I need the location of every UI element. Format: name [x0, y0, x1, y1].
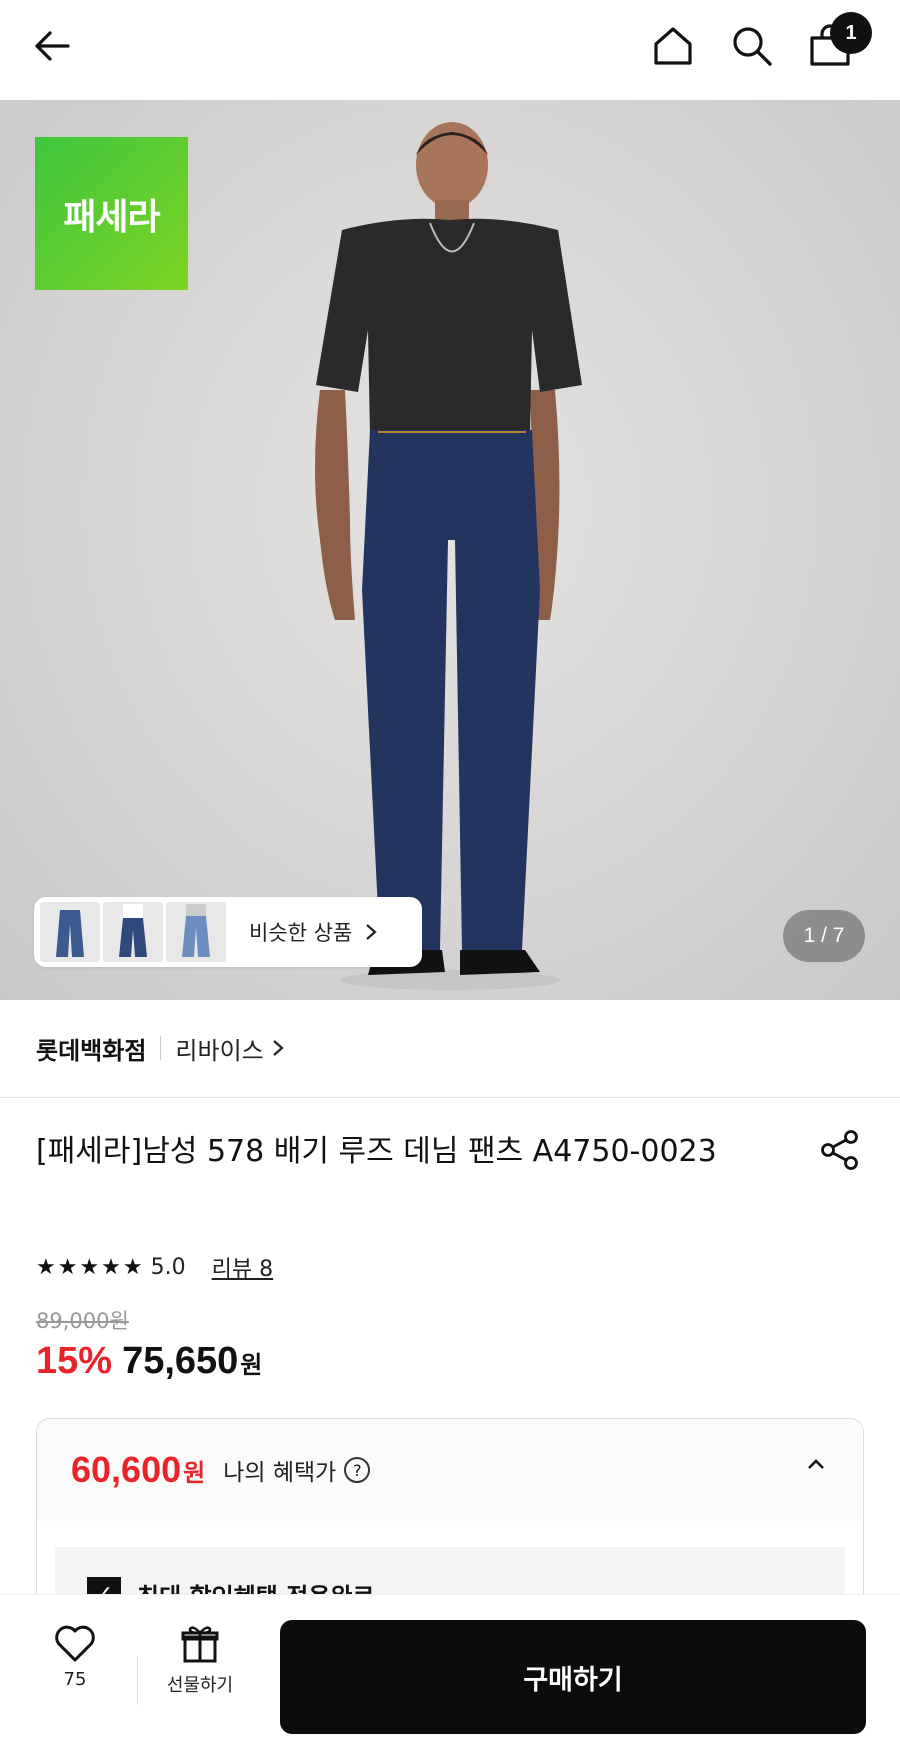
product-title: [패세라]남성 578 배기 루즈 데님 팬츠 A4750-0023	[36, 1134, 717, 1169]
search-icon[interactable]	[724, 18, 780, 74]
section-divider	[0, 1097, 900, 1098]
similar-thumb	[103, 902, 163, 962]
cart-count-badge: 1	[830, 12, 872, 54]
chevron-right-icon	[273, 1040, 284, 1056]
price-row: 15% 75,650 원	[36, 1340, 262, 1383]
original-price: 89,000원	[36, 1309, 129, 1333]
bottom-separator	[137, 1657, 138, 1705]
sale-price: 75,650	[122, 1340, 239, 1382]
store-name: 롯데백화점	[36, 1036, 147, 1065]
benefit-price: 60,600	[71, 1449, 182, 1490]
benefit-price-label: 나의 혜택가	[223, 1460, 337, 1486]
similar-products-button[interactable]: 비슷한 상품	[34, 897, 422, 967]
rating-row: ★★★★★ 5.0 리뷰 8	[36, 1250, 273, 1284]
discount-rate: 15%	[36, 1340, 113, 1382]
brand-logo: 패세라	[35, 137, 188, 290]
brand-link[interactable]: 리바이스	[175, 1031, 284, 1066]
back-arrow-icon[interactable]	[24, 18, 80, 74]
wishlist-button[interactable]: 75	[30, 1623, 120, 1713]
product-model-image	[315, 122, 582, 990]
benefit-price-currency: 원	[183, 1458, 206, 1487]
buy-button[interactable]: 구매하기	[280, 1620, 866, 1734]
help-icon[interactable]: ?	[344, 1457, 371, 1483]
gift-button[interactable]: 선물하기	[150, 1623, 250, 1713]
benefit-price-header[interactable]: 60,600 원 나의 혜택가 ?	[37, 1419, 863, 1521]
similar-thumb	[40, 902, 100, 962]
brand-name: 리바이스	[175, 1036, 264, 1065]
review-link[interactable]: 리뷰 8	[212, 1251, 273, 1283]
share-icon[interactable]	[818, 1128, 862, 1172]
rating-value: 5.0	[150, 1254, 186, 1280]
store-row: 롯데백화점 리바이스	[36, 1028, 284, 1068]
similar-thumb	[166, 902, 226, 962]
product-image-carousel[interactable]: 패세라 비슷한 상품 1 / 7	[0, 100, 900, 1000]
gift-label: 선물하기	[166, 1675, 234, 1696]
sale-price-currency: 원	[240, 1351, 263, 1379]
similar-products-label: 비슷한 상품	[249, 921, 353, 945]
carousel-page-indicator: 1 / 7	[783, 910, 865, 962]
bottom-action-bar: 75 선물하기 구매하기	[0, 1594, 900, 1752]
star-rating-icon: ★★★★★	[36, 1254, 145, 1280]
heart-icon	[55, 1625, 95, 1662]
gift-icon	[181, 1626, 219, 1663]
store-separator	[160, 1036, 162, 1060]
top-bar: 1	[0, 0, 900, 100]
wishlist-count: 75	[63, 1669, 87, 1690]
chevron-up-icon[interactable]	[805, 1457, 827, 1471]
home-icon[interactable]	[645, 18, 701, 74]
chevron-right-icon	[366, 924, 377, 940]
